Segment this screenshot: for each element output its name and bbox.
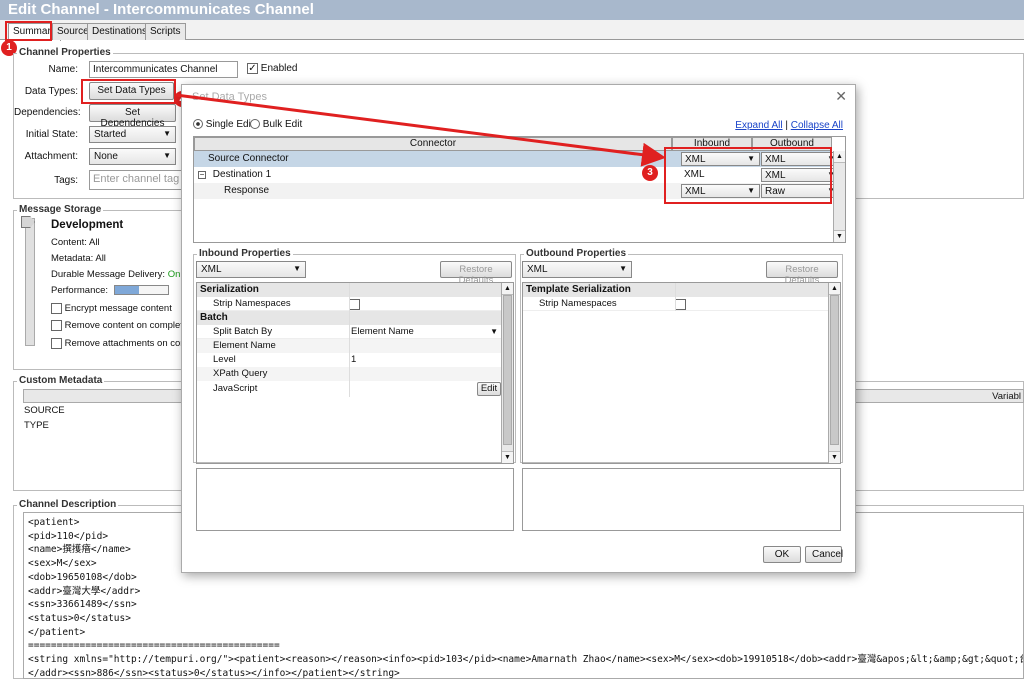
annotation-arrow bbox=[175, 93, 666, 167]
arrow-line bbox=[175, 93, 666, 167]
